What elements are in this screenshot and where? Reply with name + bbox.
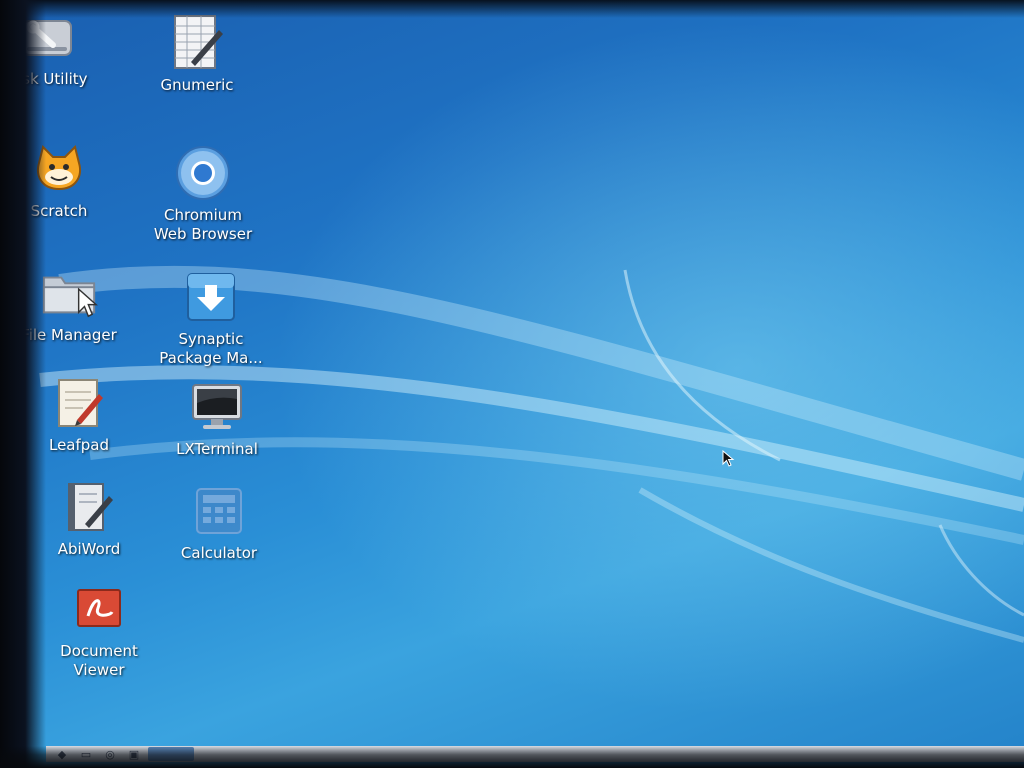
desktop-icon-file-manager[interactable]: File Manager xyxy=(4,264,134,345)
scratch-cat-icon xyxy=(30,140,88,198)
terminal-monitor-icon xyxy=(188,378,246,436)
pdf-viewer-icon xyxy=(70,580,128,638)
desktop-icon-lxterminal[interactable]: LXTerminal xyxy=(152,378,282,459)
desktop-icon-gnumeric[interactable]: Gnumeric xyxy=(132,14,262,95)
desktop-icon-scratch[interactable]: Scratch xyxy=(0,140,124,221)
desktop-icon-leafpad[interactable]: Leafpad xyxy=(14,374,144,455)
desktop-icon-chromium[interactable]: Chromium Web Browser xyxy=(138,144,268,244)
desktop-icon-abiword[interactable]: AbiWord xyxy=(24,478,154,559)
desktop-icon-label: Scratch xyxy=(30,202,88,220)
desktop-icon-label: Disk Utility xyxy=(6,70,88,88)
desktop-icon-calculator[interactable]: Calculator xyxy=(154,482,284,563)
file-manager-icon[interactable]: ▭ xyxy=(76,747,96,761)
taskbar: ◆ ▭ ◎ ▣ xyxy=(46,746,1024,762)
desktop-icon-label: Calculator xyxy=(180,544,258,562)
desktop-icon-label: Leafpad xyxy=(48,436,110,454)
browser-icon[interactable]: ◎ xyxy=(100,747,120,761)
desktop-screen: Disk Utility Gnumeric Scratch Chromium W… xyxy=(0,0,1024,768)
calculator-icon xyxy=(190,482,248,540)
chromium-icon xyxy=(174,144,232,202)
desktop-icon-label: AbiWord xyxy=(57,540,121,558)
desktop-icon-label: Synaptic Package Ma... xyxy=(159,330,263,367)
desktop-icon-synaptic[interactable]: Synaptic Package Ma... xyxy=(146,268,276,368)
disk-utility-icon xyxy=(18,8,76,66)
desktop-icon-document-viewer[interactable]: Document Viewer xyxy=(34,580,164,680)
mouse-pointer-icon xyxy=(722,450,735,467)
word-processor-icon xyxy=(60,478,118,536)
desktop-icon-label: Chromium Web Browser xyxy=(153,206,253,243)
spreadsheet-icon xyxy=(168,14,226,72)
desktop-icon-disk-utility[interactable]: Disk Utility xyxy=(0,8,112,89)
desktop-switch-icon[interactable] xyxy=(148,747,194,761)
desktop-icon-label: File Manager xyxy=(21,326,117,344)
desktop-icon-label: Gnumeric xyxy=(160,76,234,94)
desktop-icon-label: Document Viewer xyxy=(60,642,138,679)
text-editor-icon xyxy=(50,374,108,432)
desktop-icon-label: LXTerminal xyxy=(176,440,258,458)
menu-icon[interactable]: ◆ xyxy=(52,747,72,761)
folder-icon xyxy=(40,264,98,322)
terminal-icon[interactable]: ▣ xyxy=(124,747,144,761)
package-download-icon xyxy=(182,268,240,326)
